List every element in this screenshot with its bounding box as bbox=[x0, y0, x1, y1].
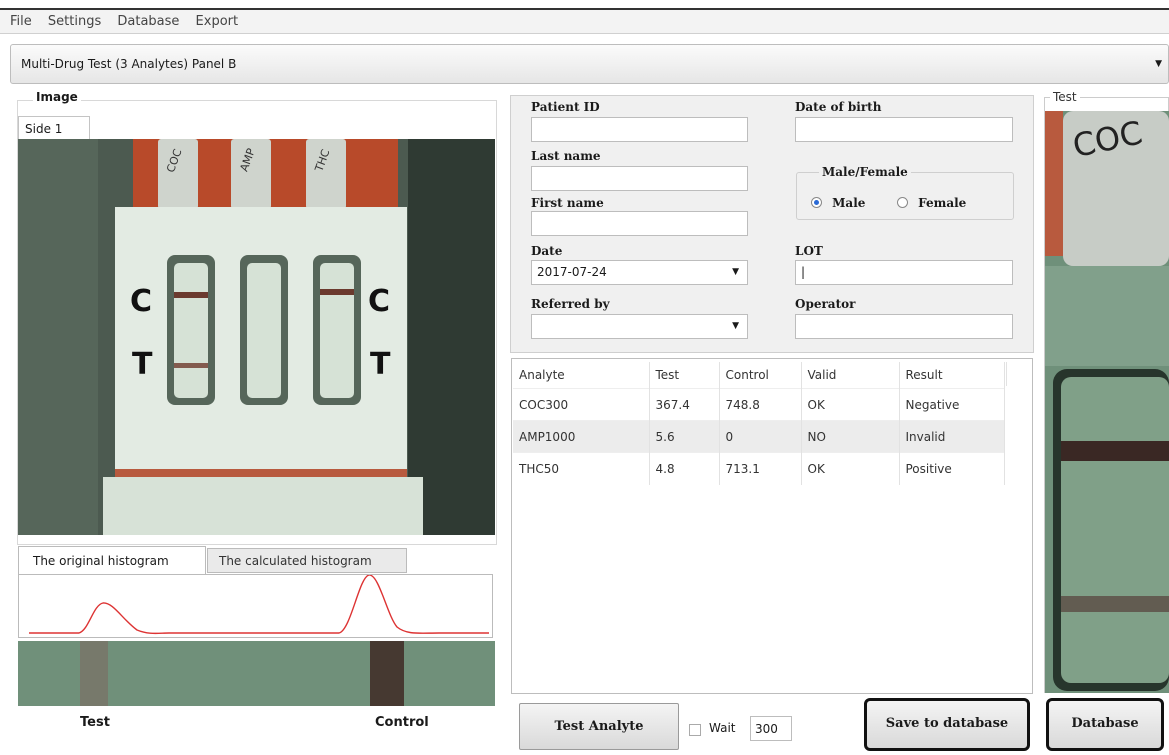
cell-test: 367.4 bbox=[649, 388, 720, 421]
date-of-birth-input[interactable] bbox=[795, 117, 1013, 142]
label-c-left: C bbox=[130, 284, 152, 319]
save-to-database-button[interactable]: Save to database bbox=[864, 698, 1030, 751]
date-of-birth-label: Date of birth bbox=[795, 100, 882, 114]
menu-settings[interactable]: Settings bbox=[42, 10, 107, 29]
results-header-row: Analyte Test Control Valid Result bbox=[513, 362, 1005, 389]
referred-by-label: Referred by bbox=[531, 297, 610, 311]
menu-database[interactable]: Database bbox=[111, 10, 185, 29]
col-control[interactable]: Control bbox=[719, 362, 802, 389]
wait-label: Wait bbox=[709, 721, 736, 735]
tab-calculated-histogram[interactable]: The calculated histogram bbox=[207, 548, 407, 573]
menu-export[interactable]: Export bbox=[190, 10, 245, 29]
tab-original-histogram[interactable]: The original histogram bbox=[18, 546, 206, 574]
last-name-label: Last name bbox=[531, 149, 601, 163]
cell-analyte: COC300 bbox=[513, 388, 650, 421]
first-name-input[interactable] bbox=[531, 211, 748, 236]
sex-group-title: Male/Female bbox=[819, 165, 911, 179]
cell-result: Positive bbox=[899, 452, 1005, 485]
test-strip-zoom-image: COC bbox=[1045, 111, 1169, 693]
wait-checkbox[interactable] bbox=[689, 724, 701, 736]
chevron-down-icon: ▼ bbox=[732, 321, 739, 331]
first-name-label: First name bbox=[531, 196, 604, 210]
histogram-curve bbox=[29, 574, 489, 635]
label-t-right: T bbox=[370, 347, 391, 382]
cell-valid: OK bbox=[801, 388, 900, 421]
test-cassette-drawing: COC AMP THC C T C T bbox=[18, 139, 495, 535]
strip-label-test: Test bbox=[80, 715, 110, 730]
radio-female-dot[interactable] bbox=[897, 197, 908, 208]
histogram-plot bbox=[18, 574, 493, 638]
cell-result: Invalid bbox=[899, 420, 1005, 453]
cell-analyte: THC50 bbox=[513, 452, 650, 485]
image-group-title: Image bbox=[33, 90, 81, 104]
patient-id-input[interactable] bbox=[531, 117, 748, 142]
zoom-strip-drawing: COC bbox=[1045, 111, 1169, 693]
strip-label-control: Control bbox=[375, 715, 429, 730]
panel-type-value: Multi-Drug Test (3 Analytes) Panel B bbox=[21, 57, 237, 71]
referred-by-select[interactable]: ▼ bbox=[531, 314, 748, 339]
last-name-input[interactable] bbox=[531, 166, 748, 191]
panel-type-select[interactable]: Multi-Drug Test (3 Analytes) Panel B ▼ bbox=[10, 44, 1169, 84]
lot-label: LOT bbox=[795, 244, 823, 258]
cell-test: 4.8 bbox=[649, 452, 720, 485]
col-valid[interactable]: Valid bbox=[801, 362, 900, 389]
col-result[interactable]: Result bbox=[899, 362, 1005, 389]
cell-analyte: AMP1000 bbox=[513, 420, 650, 453]
table-row[interactable]: AMP1000 5.6 0 NO Invalid bbox=[513, 420, 1005, 453]
wait-input[interactable]: 300 bbox=[750, 716, 792, 741]
test-strip-image bbox=[18, 641, 495, 706]
cell-valid: OK bbox=[801, 452, 900, 485]
cell-valid: NO bbox=[801, 420, 900, 453]
table-row[interactable]: THC50 4.8 713.1 OK Positive bbox=[513, 452, 1005, 485]
results-header-filler bbox=[1006, 362, 1032, 386]
table-row[interactable]: COC300 367.4 748.8 OK Negative bbox=[513, 388, 1005, 421]
date-select[interactable]: 2017-07-24 ▼ bbox=[531, 260, 748, 285]
radio-male-dot[interactable] bbox=[811, 197, 822, 208]
results-table: Analyte Test Control Valid Result COC300… bbox=[513, 362, 1005, 485]
cell-test: 5.6 bbox=[649, 420, 720, 453]
label-c-right: C bbox=[368, 284, 390, 319]
col-analyte[interactable]: Analyte bbox=[513, 362, 650, 389]
date-value: 2017-07-24 bbox=[537, 265, 607, 279]
test-cassette-image: COC AMP THC C T C T bbox=[18, 139, 495, 535]
chevron-down-icon: ▼ bbox=[1155, 59, 1162, 69]
radio-female[interactable]: Female bbox=[897, 196, 966, 211]
test-analyte-button[interactable]: Test Analyte bbox=[519, 703, 679, 750]
operator-input[interactable] bbox=[795, 314, 1013, 339]
cell-control: 0 bbox=[719, 420, 802, 453]
cell-control: 748.8 bbox=[719, 388, 802, 421]
radio-female-label: Female bbox=[918, 196, 967, 210]
test-view-title: Test bbox=[1050, 90, 1080, 104]
lot-input[interactable]: | bbox=[795, 260, 1013, 285]
sex-group: Male/Female Male Female bbox=[796, 165, 1014, 220]
patient-id-label: Patient ID bbox=[531, 100, 600, 114]
operator-label: Operator bbox=[795, 297, 856, 311]
date-label: Date bbox=[531, 244, 563, 258]
strip-drawing bbox=[18, 641, 495, 706]
radio-male[interactable]: Male bbox=[811, 196, 865, 211]
tab-side-1[interactable]: Side 1 bbox=[18, 116, 90, 140]
cell-control: 713.1 bbox=[719, 452, 802, 485]
cell-result: Negative bbox=[899, 388, 1005, 421]
database-button[interactable]: Database bbox=[1046, 698, 1164, 751]
label-t-left: T bbox=[132, 347, 153, 382]
chevron-down-icon: ▼ bbox=[732, 267, 739, 277]
radio-male-label: Male bbox=[832, 196, 866, 210]
menu-bar: File Settings Database Export bbox=[0, 8, 1169, 34]
menu-file[interactable]: File bbox=[0, 10, 38, 29]
col-test[interactable]: Test bbox=[649, 362, 720, 389]
